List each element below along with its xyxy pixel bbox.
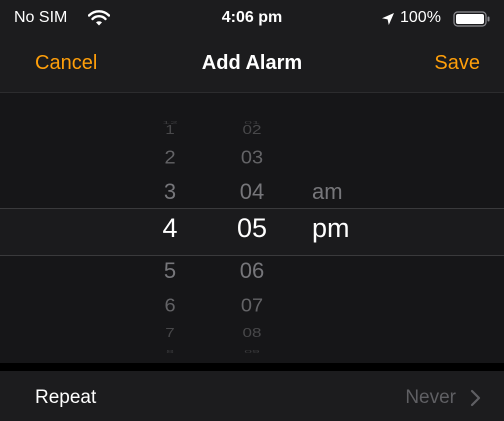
- picker-hour: 6: [164, 295, 176, 317]
- picker-minute: 02: [242, 122, 262, 137]
- picker-hour-selected: 4: [162, 213, 178, 243]
- repeat-label: Repeat: [35, 387, 97, 408]
- picker-hour: 1: [165, 122, 175, 137]
- picker-hour: 8: [166, 348, 174, 354]
- picker-period: am: [312, 179, 343, 204]
- navigation-bar: Cancel Add Alarm Save: [0, 42, 504, 93]
- picker-minute: 06: [239, 258, 265, 283]
- battery-percentage: 100%: [400, 9, 441, 26]
- hour-wheel[interactable]: 12 1 2 3 4 5 6 7 8: [140, 93, 200, 363]
- picker-minute: 09: [244, 348, 260, 354]
- picker-hour: 7: [165, 325, 175, 340]
- location-icon: [382, 13, 394, 25]
- battery-icon: [453, 11, 490, 27]
- repeat-row[interactable]: Repeat Never: [0, 371, 504, 421]
- period-wheel[interactable]: am pm: [300, 93, 364, 363]
- picker-hour: 5: [163, 258, 177, 283]
- status-bar: No SIM 4:06 pm 100%: [0, 0, 504, 42]
- picker-minute: 08: [242, 325, 262, 340]
- minute-wheel[interactable]: 01 02 03 04 05 06 07 08 09: [222, 93, 282, 363]
- picker-minute: 07: [240, 295, 264, 317]
- picker-minute: 03: [240, 147, 264, 169]
- picker-minute-selected: 05: [236, 213, 268, 243]
- picker-hour: 3: [163, 179, 177, 204]
- repeat-value: Never: [405, 387, 456, 408]
- save-button[interactable]: Save: [434, 52, 480, 75]
- page-title: Add Alarm: [201, 52, 303, 74]
- picker-hour: 2: [164, 147, 176, 169]
- picker-period-selected: pm: [312, 213, 350, 243]
- time-picker[interactable]: 12 1 2 3 4 5 6 7 8 01 02 03 04 05 06 07 …: [0, 93, 504, 363]
- picker-minute: 04: [239, 179, 265, 204]
- chevron-right-icon: [470, 389, 481, 407]
